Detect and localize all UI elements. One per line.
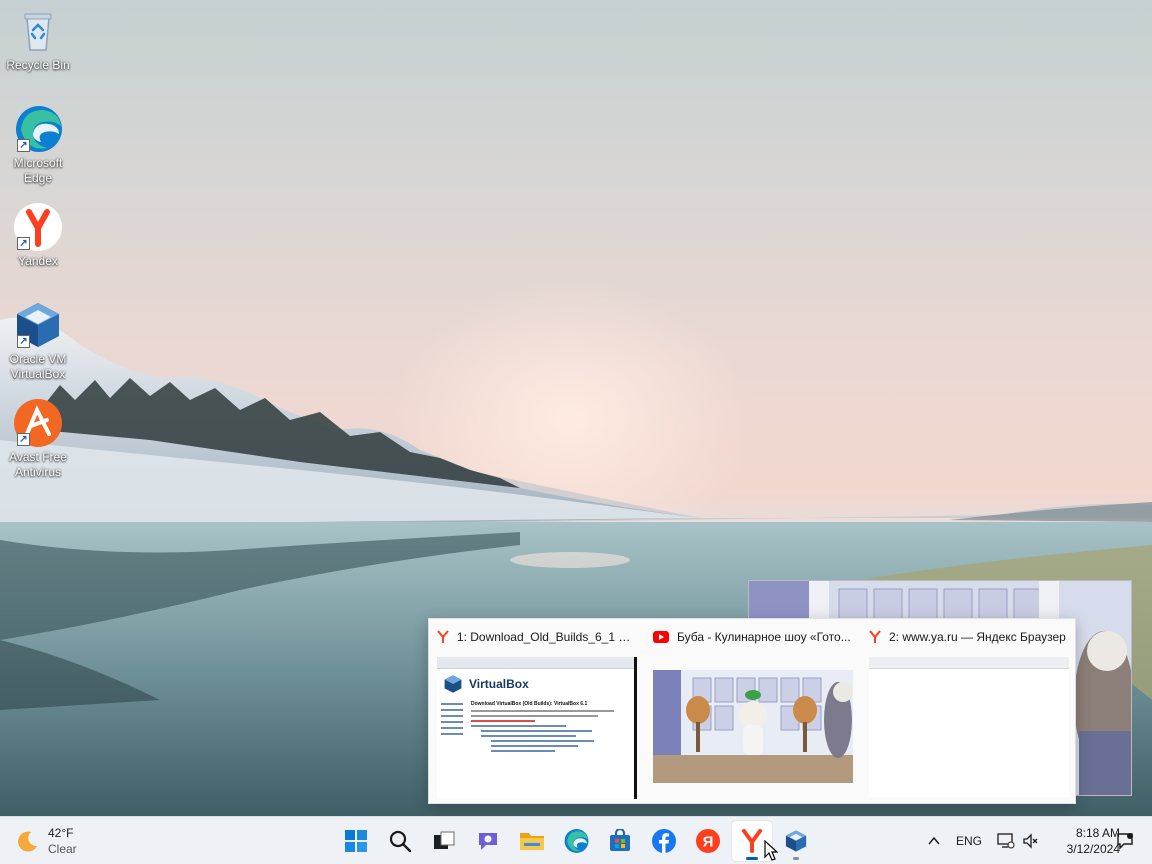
shortcut-arrow-icon: ↗ [17,335,30,348]
thumbnail-title-text: 2: www.ya.ru — Яндекс Браузер [889,630,1066,644]
yandex-favicon-icon [869,630,881,643]
notifications-button[interactable] [1116,817,1134,864]
file-explorer-icon [520,833,544,850]
network-status-button[interactable] [996,817,1016,864]
desktop-icon-label: Microsoft Edge [13,156,63,185]
running-indicator [793,857,799,860]
thumbnail-title-text: Буба - Кулинарное шоу «Гото... [677,630,851,644]
thumbnail-title: 2: www.ya.ru — Яндекс Браузер [869,627,1069,647]
desktop-icon-label: Recycle Bin [6,58,70,72]
edge-icon [564,829,589,853]
svg-text:Я: Я [703,834,714,851]
weather-temperature: 42°F [48,826,74,840]
language-label: ENG [956,834,983,848]
task-view-button[interactable] [424,821,464,861]
desktop-icon-label: Oracle VM VirtualBox [9,352,67,381]
teams-chat-button[interactable] [468,821,508,861]
windows-start-icon [345,830,367,852]
taskbar: 42°F Clear Я ENG 8:18 AM 3/12/2024 [0,816,1152,864]
recycle-bin-icon [13,6,63,56]
input-language-indicator[interactable]: ENG [956,817,982,864]
teams-chat-icon [479,833,497,850]
mouse-cursor-icon [764,840,778,861]
desktop-icon-microsoft-edge[interactable]: ↗ Microsoft Edge [4,104,72,186]
store-icon [610,829,630,851]
thumbnail-title: Буба - Кулинарное шоу «Гото... [653,627,853,647]
thumbnail-window-2[interactable]: Буба - Кулинарное шоу «Гото... [645,619,861,805]
yandex-browser-icon: ↗ [13,202,63,252]
edge-icon: ↗ [13,104,63,154]
shortcut-arrow-icon: ↗ [17,433,30,446]
store-button[interactable] [600,821,640,861]
thumbnail-image-cartoon-show [653,670,853,783]
thumbnail-title-text: 1: Download_Old_Builds_6_1 – ... [456,630,637,644]
file-explorer-button[interactable] [512,821,552,861]
yandex-browser-icon [742,829,762,853]
shortcut-arrow-icon: ↗ [17,139,30,152]
running-indicator [746,857,758,860]
yandex-button[interactable]: Я [688,821,728,861]
desktop-icon-virtualbox[interactable]: ↗ Oracle VM VirtualBox [4,300,72,382]
network-icon [997,833,1015,849]
page-subheading: Download VirtualBox (Old Builds): Virtua… [471,701,588,707]
notification-icon [1117,833,1133,850]
volume-button[interactable] [1022,817,1040,864]
speaker-muted-icon [1023,833,1038,849]
thumbnail-title: 1: Download_Old_Builds_6_1 – ... [437,627,637,647]
facebook-icon [652,829,676,853]
weather-condition: Clear [48,842,77,856]
virtualbox-icon [785,830,807,852]
thumbnail-image-ya-ru [869,657,1069,797]
clock[interactable]: 8:18 AM 3/12/2024 [1050,825,1120,857]
start-button[interactable] [336,821,376,861]
yandex-favicon-icon [437,630,449,643]
thumbnail-image-virtualbox-page: VirtualBox Download VirtualBox (Old Buil… [437,657,637,799]
desktop-icon-yandex[interactable]: ↗ Yandex [4,202,72,269]
desktop-icon-avast[interactable]: ↗ Avast Free Antivirus [4,398,72,480]
thumbnail-window-1[interactable]: 1: Download_Old_Builds_6_1 – ... Virtual… [429,619,645,805]
desktop-icon-label: Yandex [18,254,58,268]
virtualbox-taskbar-button[interactable] [776,821,816,861]
facebook-button[interactable] [644,821,684,861]
taskbar-thumbnail-preview: 1: Download_Old_Builds_6_1 – ... Virtual… [428,618,1076,804]
chevron-up-icon [928,836,940,845]
virtualbox-logo-icon [444,675,462,693]
weather-widget[interactable]: 42°F Clear [16,825,77,857]
virtualbox-icon: ↗ [13,300,63,350]
page-heading: VirtualBox [469,677,529,691]
task-view-icon [434,831,455,849]
thumbnail-window-3[interactable]: 2: www.ya.ru — Яндекс Браузер [861,619,1077,805]
search-icon [389,830,412,853]
clock-time: 8:18 AM [1075,826,1120,840]
desktop-icon-label: Avast Free Antivirus [9,450,67,479]
shortcut-arrow-icon: ↗ [17,237,30,250]
search-button[interactable] [380,821,420,861]
yandex-icon: Я [696,829,720,853]
show-hidden-icons-button[interactable] [926,817,942,864]
desktop-icon-recycle-bin[interactable]: Recycle Bin [4,6,72,73]
clock-date: 3/12/2024 [1066,842,1120,856]
moon-icon [18,831,37,852]
edge-taskbar-button[interactable] [556,821,596,861]
avast-icon: ↗ [13,398,63,448]
youtube-icon [653,631,669,643]
